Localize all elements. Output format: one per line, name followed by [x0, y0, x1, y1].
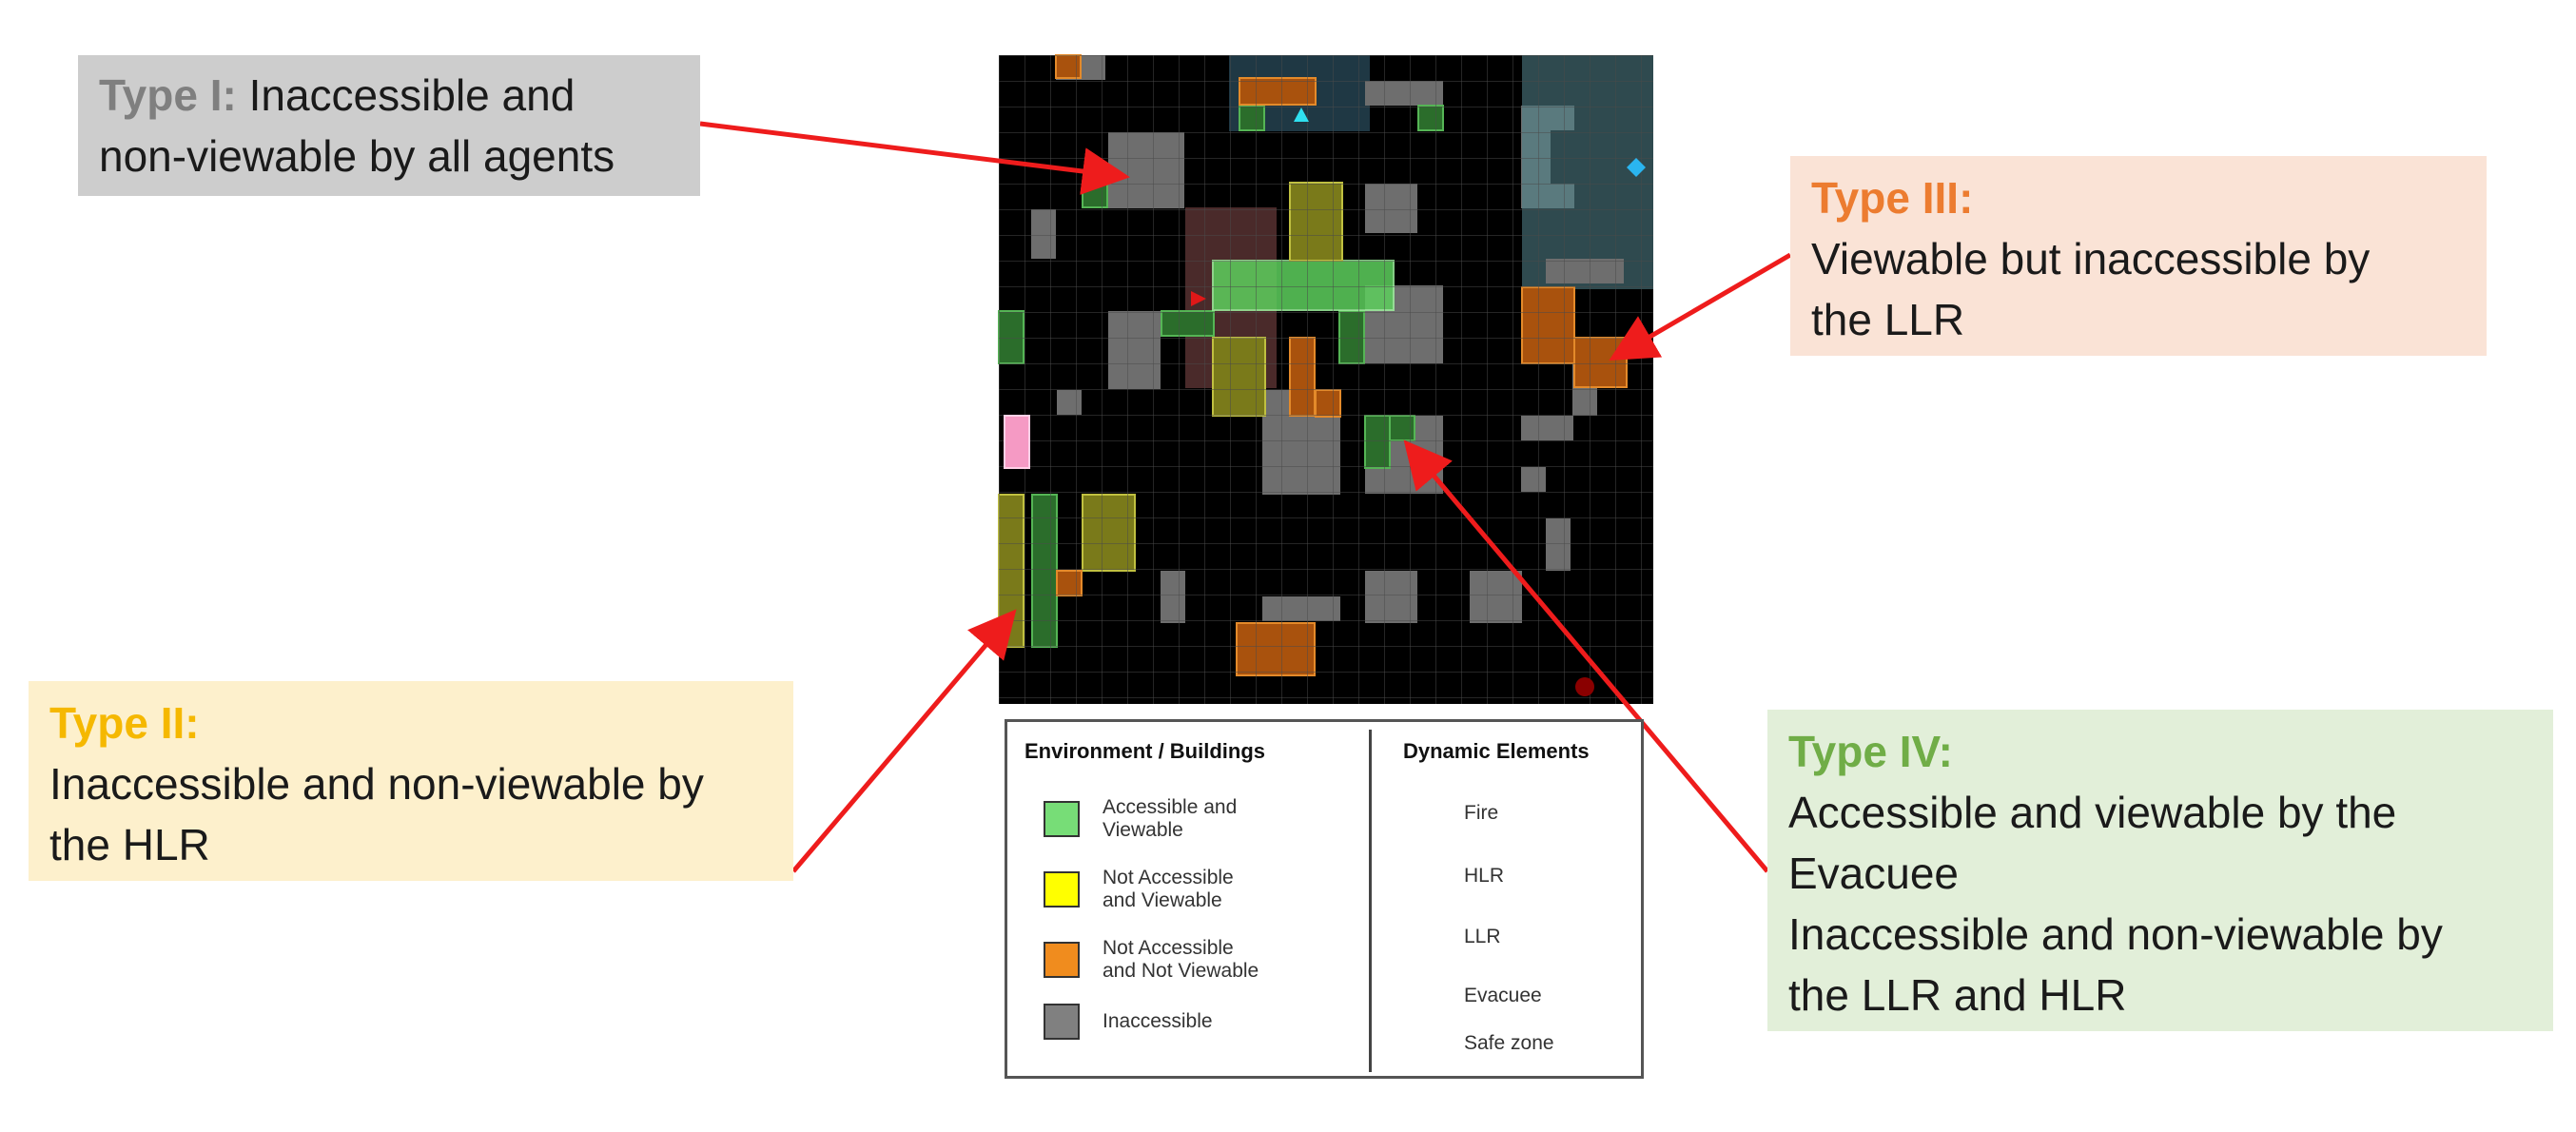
legend-item-inaccessible: Inaccessible — [1044, 1004, 1213, 1040]
legend-item-safe-zone: Safe zone — [1464, 1032, 1554, 1055]
type1-heading: Type I: — [99, 70, 237, 120]
type2-text-1: Inaccessible and non-viewable by — [49, 759, 704, 809]
legend-label: Fire — [1464, 802, 1499, 824]
legend-item-llr: LLR — [1464, 926, 1501, 948]
type2-heading: Type II: — [49, 698, 200, 748]
legend-label: Inaccessible — [1103, 1010, 1213, 1032]
type3-text-1: Viewable but inaccessible by — [1811, 234, 2371, 283]
callout-type-4: Type IV: Accessible and viewable by the … — [1767, 710, 2553, 1031]
accessible-viewable-swatch — [1044, 801, 1080, 837]
not-accessible-viewable-swatch — [1044, 871, 1080, 908]
callout-type-3: Type III: Viewable but inaccessible by t… — [1790, 156, 2487, 356]
type3-text-2: the LLR — [1811, 295, 1965, 344]
type1-text-2: non-viewable by all agents — [99, 131, 615, 181]
legend-dyn-title: Dynamic Elements — [1403, 739, 1590, 763]
arrow-type2 — [791, 609, 1017, 873]
legend-label: Safe zone — [1464, 1032, 1554, 1054]
callout-type-2: Type II: Inaccessible and non-viewable b… — [29, 681, 793, 881]
legend-env-title: Environment / Buildings — [1025, 739, 1266, 763]
type4-text-3: Inaccessible and non-viewable by — [1788, 909, 2443, 959]
callout-type-1: Type I: Inaccessible and non-viewable by… — [78, 55, 700, 196]
map-grid — [999, 55, 1653, 704]
legend-box: Environment / Buildings Dynamic Elements… — [1005, 719, 1644, 1079]
legend-label: Not Accessible — [1103, 867, 1234, 888]
legend-item-not-accessible-viewable: Not Accessible and Viewable — [1044, 867, 1234, 912]
legend-label: Evacuee — [1464, 985, 1542, 1006]
type4-heading: Type IV: — [1788, 727, 1953, 776]
type3-heading: Type III: — [1811, 173, 1974, 223]
legend-divider — [1369, 730, 1372, 1072]
legend-item-evacuee: Evacuee — [1464, 985, 1542, 1007]
legend-item-not-accessible-not-viewable: Not Accessible and Not Viewable — [1044, 937, 1259, 983]
safe-zone-marker — [1575, 677, 1594, 696]
type2-text-2: the HLR — [49, 820, 210, 869]
type4-text-2: Evacuee — [1788, 849, 1960, 898]
fire-marker — [1004, 415, 1030, 469]
type1-text-1: Inaccessible and — [248, 70, 576, 120]
type4-text-1: Accessible and viewable by the — [1788, 788, 2397, 837]
type4-text-4: the LLR and HLR — [1788, 970, 2127, 1020]
legend-label: Viewable — [1103, 819, 1183, 841]
not-accessible-not-viewable-swatch — [1044, 942, 1080, 978]
legend-item-hlr: HLR — [1464, 865, 1504, 888]
legend-label: LLR — [1464, 926, 1501, 947]
legend-label: Not Accessible — [1103, 937, 1234, 959]
legend-item-fire: Fire — [1464, 802, 1498, 825]
legend-label: and Not Viewable — [1103, 960, 1259, 982]
legend-label: Accessible and — [1103, 796, 1238, 818]
legend-label: and Viewable — [1103, 889, 1222, 911]
legend-label: HLR — [1464, 865, 1505, 887]
inaccessible-swatch — [1044, 1004, 1080, 1040]
legend-item-accessible-viewable: Accessible and Viewable — [1044, 796, 1237, 842]
